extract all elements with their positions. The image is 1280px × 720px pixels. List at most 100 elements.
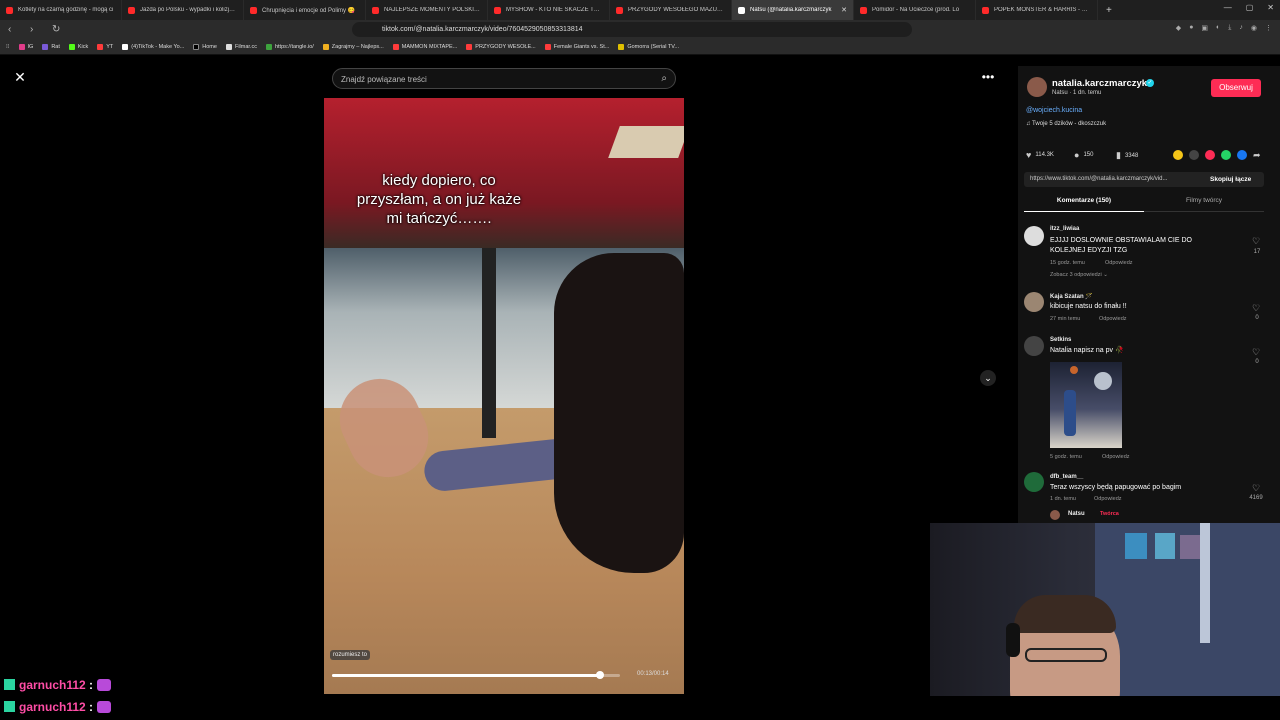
comment-image-earth	[1094, 372, 1112, 390]
url-input[interactable]: tiktok.com/@natalia.karczmarczyk/video/7…	[352, 22, 912, 37]
browser-tab[interactable]: Kotlety na czarną godzinę - mogą ci	[0, 0, 122, 20]
whatsapp-icon[interactable]	[1221, 150, 1231, 160]
bookmark-item[interactable]: Kick	[68, 43, 88, 50]
share-icon[interactable]	[1173, 150, 1183, 160]
video-hair	[554, 253, 684, 573]
comment-username[interactable]: dfb_team__	[1050, 474, 1083, 480]
avatar[interactable]	[1050, 510, 1060, 520]
download-icon[interactable]: ⤓	[1228, 24, 1231, 32]
sound-label[interactable]: rozumiesz to	[330, 650, 371, 660]
comment-image[interactable]	[1050, 362, 1122, 448]
extension-icon[interactable]: ◐	[1216, 24, 1220, 32]
heart-icon[interactable]: ♡	[1252, 303, 1260, 314]
comment-button[interactable]: ● 150	[1074, 150, 1093, 160]
heart-icon: ♥	[1026, 150, 1032, 160]
video-progress-bar[interactable]	[332, 671, 620, 679]
browser-tab[interactable]: MYSHOW - KTO NIE SKACZE TEN Z	[488, 0, 610, 20]
reply-button[interactable]: Odpowiedz	[1099, 316, 1127, 322]
reload-icon[interactable]: ↻	[52, 24, 66, 35]
share-icon[interactable]	[1205, 150, 1215, 160]
comment-like-count: 0	[1255, 315, 1259, 321]
heart-icon[interactable]: ♡	[1252, 236, 1260, 247]
comment-username[interactable]: itzz_liwiaa	[1050, 226, 1079, 232]
streamer-hair	[1014, 595, 1116, 633]
chevron-down-icon[interactable]: ⌄	[980, 370, 996, 386]
copy-link-button[interactable]: Skopiuj łącze	[1206, 172, 1252, 187]
video-caption: kiedy dopiero, co przyszłam, a on już ka…	[356, 172, 522, 227]
heart-icon[interactable]: ♡	[1252, 483, 1260, 494]
tab-creator-videos[interactable]: Filmy twórcy	[1144, 197, 1264, 204]
bookmark-item[interactable]: MAMMON MIXTAPE...	[392, 43, 457, 50]
youtube-icon	[6, 6, 13, 14]
reply-button[interactable]: Odpowiedz	[1094, 496, 1122, 502]
search-input[interactable]: Znajdź powiązane treści ⌕	[332, 68, 676, 89]
bookmark-item[interactable]: Filmar.cc	[225, 43, 257, 50]
music-link[interactable]: ♫ Twoje 5 dzików - dkoszczuk	[1026, 121, 1106, 127]
bookmark-item[interactable]: PRZYGODY WESOŁE...	[466, 43, 536, 50]
comment-like-count: 0	[1255, 359, 1259, 365]
bookmark-item[interactable]: Zagrajmy – Najleps...	[322, 43, 384, 50]
music-icon[interactable]: ♪	[1239, 24, 1243, 32]
bookmark-item[interactable]: Rat	[42, 43, 60, 50]
menu-icon[interactable]: ⋮	[1265, 24, 1272, 32]
more-options-icon[interactable]: •••	[979, 70, 997, 84]
bookmark-item[interactable]: Home	[193, 43, 217, 50]
search-icon[interactable]: ⌕	[661, 73, 667, 84]
browser-tab[interactable]: Chrupnięcia i emocje od Polimy 😋	[244, 0, 366, 20]
reply-username[interactable]: Natsu	[1068, 511, 1085, 517]
extension-icon[interactable]: ▣	[1201, 24, 1208, 32]
youtube-icon	[97, 43, 104, 50]
apps-icon[interactable]: ⁝⁝	[6, 44, 10, 50]
extension-icons: ◆ ● ▣ ◐ ⤓ ♪ ◉ ⋮	[1176, 24, 1272, 32]
back-icon[interactable]: ‹	[8, 24, 22, 35]
browser-tab[interactable]: NAJLEPSZE MOMENTY POLSKIEGO	[366, 0, 488, 20]
forward-icon[interactable]: ›	[30, 24, 44, 35]
browser-tab[interactable]: Pomidor - Na Ucieczce (prod. Lo	[854, 0, 976, 20]
reply-button[interactable]: Odpowiedz	[1102, 454, 1130, 460]
new-tab-button[interactable]: +	[1106, 5, 1112, 16]
follow-button[interactable]: Obserwuj	[1211, 79, 1261, 97]
avatar[interactable]	[1024, 226, 1044, 246]
youtube-icon	[372, 6, 379, 14]
save-button[interactable]: ▮ 3348	[1116, 150, 1138, 161]
view-replies-button[interactable]: Zobacz 3 odpowiedzi ⌄	[1050, 272, 1108, 278]
close-window-icon[interactable]: ✕	[1267, 3, 1274, 12]
kick-icon	[68, 43, 75, 50]
facebook-icon[interactable]	[1237, 150, 1247, 160]
comment-username[interactable]: Kaja Szatan 🪄	[1050, 293, 1093, 300]
maximize-icon[interactable]: ▢	[1246, 3, 1254, 12]
bookmark-item[interactable]: Female Giants vs. St...	[544, 43, 609, 50]
minimize-icon[interactable]: —	[1224, 3, 1232, 12]
close-tab-icon[interactable]: ✕	[841, 6, 847, 14]
profile-icon[interactable]: ◉	[1251, 24, 1257, 32]
browser-tab[interactable]: Jazda po Polsku - wypadki i kolizje d	[122, 0, 244, 20]
bookmark-item[interactable]: IG	[18, 43, 33, 50]
avatar[interactable]	[1024, 336, 1044, 356]
creator-username[interactable]: natalia.karczmarczyk	[1052, 78, 1147, 89]
extension-icon[interactable]: ●	[1189, 24, 1193, 32]
embed-icon[interactable]	[1189, 150, 1199, 160]
browser-tab[interactable]: POPEK MONSTER & HARRIS - MON	[976, 0, 1098, 20]
forward-icon[interactable]: ➦	[1253, 150, 1261, 161]
verified-icon: ✓	[1146, 79, 1154, 87]
bookmark-item[interactable]: YT	[97, 43, 113, 50]
tab-comments[interactable]: Komentarze (150)	[1024, 197, 1144, 204]
avatar[interactable]	[1024, 292, 1044, 312]
heart-icon[interactable]: ♡	[1252, 347, 1260, 358]
bookmark-item[interactable]: (4)TikTok - Make Yo...	[122, 43, 184, 50]
bookmark-item[interactable]: https://tangle.io/	[265, 43, 314, 50]
bookmark-item[interactable]: Gomorra (Serial TV...	[618, 43, 679, 50]
video-player[interactable]: kiedy dopiero, co przyszłam, a on już ka…	[324, 98, 684, 694]
mention-link[interactable]: @wojciech.kucina	[1026, 107, 1082, 114]
chat-badge-icon	[4, 701, 15, 712]
extension-icon[interactable]: ◆	[1176, 24, 1181, 32]
browser-tab[interactable]: PRZYGODY WESOŁEGO MAZURA wc	[610, 0, 732, 20]
reply-button[interactable]: Odpowiedz	[1105, 260, 1133, 266]
video-progress-handle[interactable]	[595, 671, 604, 679]
browser-tab-active[interactable]: Natsu (@natalia.karczmarczyk ✕	[732, 0, 854, 20]
avatar[interactable]	[1024, 472, 1044, 492]
close-icon[interactable]: ✕	[12, 69, 28, 85]
comment-username[interactable]: Setkins	[1050, 337, 1071, 343]
avatar[interactable]	[1027, 77, 1047, 97]
like-button[interactable]: ♥ 114.3K	[1026, 150, 1054, 160]
